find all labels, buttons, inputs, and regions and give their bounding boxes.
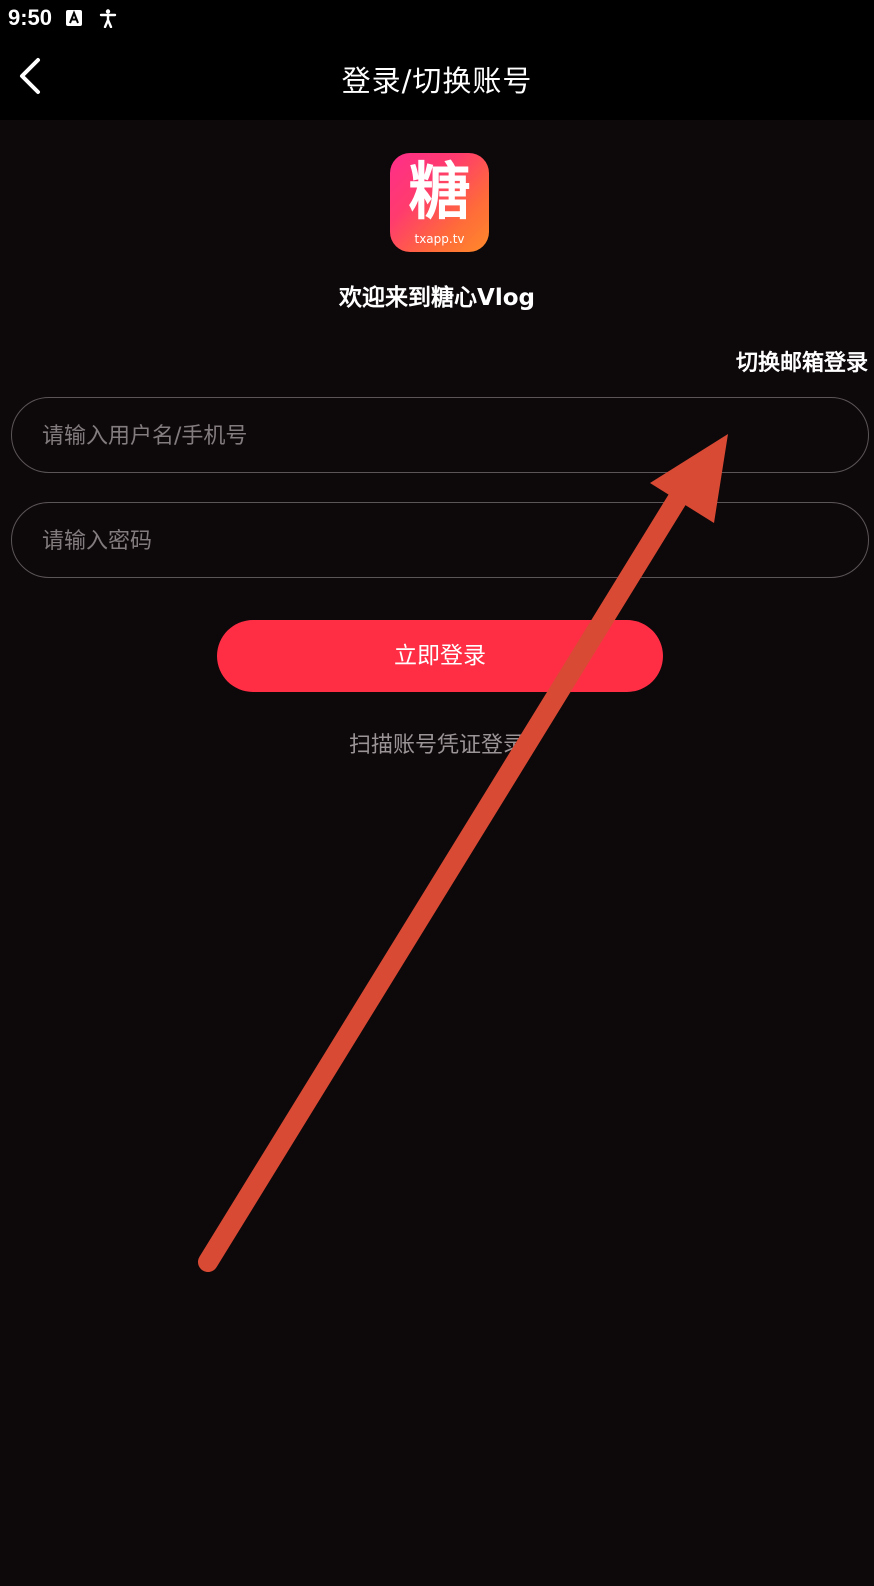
page-title: 登录/切换账号 — [341, 64, 533, 98]
header-bar: 登录/切换账号 — [0, 36, 874, 120]
accessibility-icon — [98, 8, 118, 29]
scan-credential-login-link[interactable]: 扫描账号凭证登录 — [0, 727, 874, 759]
welcome-text: 欢迎来到糖心Vlog — [339, 285, 535, 311]
app-logo: 糖 txapp.tv — [390, 153, 489, 252]
password-field[interactable] — [11, 502, 869, 579]
logo-subtitle: txapp.tv — [414, 232, 465, 246]
font-a-icon — [64, 8, 84, 28]
logo-glyph: 糖 — [408, 155, 471, 228]
username-field[interactable] — [11, 397, 869, 474]
arrow-shaft — [198, 472, 698, 1272]
login-button[interactable]: 立即登录 — [217, 620, 663, 692]
status-time: 9:50 — [8, 5, 53, 30]
username-input[interactable] — [40, 398, 824, 474]
password-input[interactable] — [40, 503, 824, 579]
switch-email-login-link[interactable]: 切换邮箱登录 — [736, 345, 868, 377]
status-bar: 9:50 — [0, 0, 874, 36]
